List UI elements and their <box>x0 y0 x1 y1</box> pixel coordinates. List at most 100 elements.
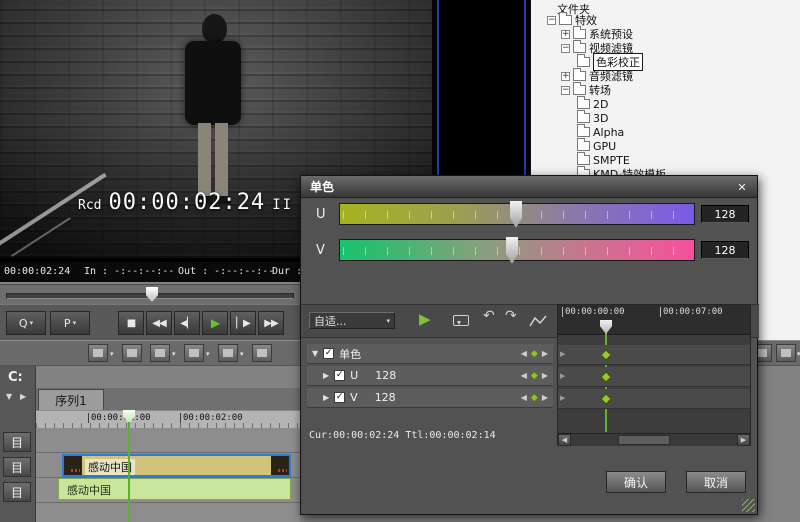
u-value-field[interactable]: 128 <box>701 205 749 223</box>
dropdown-icon[interactable]: ▾ <box>110 350 114 358</box>
toolbar-icon-settings[interactable] <box>252 344 272 362</box>
expand-icon[interactable]: ▶ <box>20 392 26 401</box>
collapse-icon[interactable]: ▼ <box>6 392 12 401</box>
v-value-field[interactable]: 128 <box>701 241 749 259</box>
scroll-right-icon[interactable]: ▶ <box>737 434 750 446</box>
u-slider[interactable] <box>339 203 695 225</box>
toolbar-icon-newclip[interactable] <box>150 344 170 362</box>
expand-icon[interactable]: ▶ <box>323 371 329 380</box>
close-icon[interactable]: ✕ <box>734 180 750 194</box>
scrollbar-thumb[interactable] <box>618 435 670 445</box>
tree-item-2d[interactable]: 2D <box>531 97 800 111</box>
step-back-button[interactable]: ◀▏ <box>174 311 200 335</box>
p-button[interactable]: P ▾ <box>50 311 90 335</box>
next-keyframe-icon[interactable]: ▶ <box>542 349 548 358</box>
collapse-icon[interactable]: − <box>561 44 570 53</box>
confirm-button[interactable]: 确认 <box>606 471 666 493</box>
tree-item-video-filters[interactable]: − 视频滤镜 <box>531 41 800 55</box>
add-keyframe-icon[interactable]: ◆ <box>531 371 538 381</box>
kf-lane-u[interactable]: ▶ <box>558 367 750 387</box>
fast-forward-button[interactable]: ▶▶ <box>258 311 284 335</box>
play-button[interactable]: ▶ <box>202 311 228 335</box>
tree-item-alpha[interactable]: Alpha <box>531 125 800 139</box>
keyframe-timeline[interactable]: 00:00:00:00 00:00:07:00 ▶ ▶ ▶ ◀ ▶ <box>557 304 751 446</box>
track-header-3[interactable]: 目 <box>3 482 31 502</box>
toolbar-icon-mode[interactable] <box>88 344 108 362</box>
enable-checkbox[interactable]: ✓ <box>323 348 334 359</box>
tree-item-3d[interactable]: 3D <box>531 111 800 125</box>
kf-lane-monochrome[interactable]: ▶ <box>558 345 750 365</box>
preview-play-icon[interactable]: ▶ <box>419 310 431 328</box>
resize-grip[interactable] <box>742 499 755 512</box>
audio-clip[interactable]: 感动中国 <box>58 478 291 500</box>
scrub-handle[interactable] <box>146 287 158 302</box>
scrub-bar[interactable] <box>0 284 300 304</box>
enable-checkbox[interactable]: ✓ <box>334 392 345 403</box>
scroll-left-icon[interactable]: ◀ <box>558 434 571 446</box>
next-keyframe-icon[interactable]: ▶ <box>542 393 548 402</box>
u-slider-handle[interactable] <box>510 201 522 228</box>
jump-next-keyframe-icon[interactable]: ↷ <box>505 308 517 324</box>
prev-keyframe-icon[interactable]: ◀ <box>521 393 527 402</box>
filter-row-u[interactable]: ▶ ✓ U 128 ◀ ◆ ▶ <box>307 366 553 386</box>
v-slider-handle[interactable] <box>506 237 518 264</box>
folder-icon <box>573 85 586 95</box>
kf-horizontal-scrollbar[interactable]: ◀ ▶ <box>558 433 750 446</box>
comment-icon[interactable] <box>453 315 469 326</box>
jump-prev-keyframe-icon[interactable]: ↶ <box>483 308 495 324</box>
tree-item-system-presets[interactable]: + 系统预设 <box>531 27 800 41</box>
v-slider[interactable] <box>339 239 695 261</box>
track-header-2[interactable]: 目 <box>3 457 31 477</box>
tree-item-audio-filters[interactable]: + 音频滤镜 <box>531 69 800 83</box>
expand-icon[interactable]: ▶ <box>323 393 329 402</box>
tree-item-color-correction[interactable]: 色彩校正 <box>531 55 800 69</box>
tree-item-smpte[interactable]: SMPTE <box>531 153 800 167</box>
prev-keyframe-icon[interactable]: ◀ <box>521 371 527 380</box>
rewind-button[interactable]: ◀◀ <box>146 311 172 335</box>
tree-item-transitions[interactable]: − 转场 <box>531 83 800 97</box>
dropdown-icon[interactable]: ▾ <box>240 350 244 358</box>
kf-lane-v[interactable]: ▶ <box>558 389 750 409</box>
stop-button[interactable]: ■ <box>118 311 144 335</box>
collapse-icon[interactable]: − <box>561 86 570 95</box>
pause-indicator: II <box>272 197 293 213</box>
keyframe-nav: ◀ ◆ ▶ <box>521 371 548 381</box>
dropdown-icon[interactable]: ▾ <box>73 319 77 327</box>
filter-row-monochrome[interactable]: ▼ ✓ 单色 ◀ ◆ ▶ <box>307 344 553 364</box>
step-forward-button[interactable]: ▏▶ <box>230 311 256 335</box>
tree-item-gpu[interactable]: GPU <box>531 139 800 153</box>
keyframe-diamond[interactable] <box>600 393 611 404</box>
enable-checkbox[interactable]: ✓ <box>334 370 345 381</box>
dropdown-icon[interactable]: ▾ <box>206 350 210 358</box>
kf-ruler-label: 00:00:07:00 <box>660 307 723 317</box>
prev-keyframe-icon[interactable]: ◀ <box>521 349 527 358</box>
curve-graph-icon[interactable] <box>529 314 547 328</box>
collapse-icon[interactable]: − <box>547 16 556 25</box>
toolbar-icon-monitor[interactable] <box>776 344 796 362</box>
tree-item-effects[interactable]: − 特效 <box>531 13 800 27</box>
keyframe-diamond[interactable] <box>600 371 611 382</box>
dialog-titlebar[interactable]: 单色 <box>301 176 757 198</box>
dropdown-icon[interactable]: ▾ <box>172 350 176 358</box>
toolbar-icon-save[interactable] <box>218 344 238 362</box>
next-keyframe-icon[interactable]: ▶ <box>542 371 548 380</box>
toolbar-icon-blend[interactable] <box>122 344 142 362</box>
timeline-ruler[interactable]: 00:00:01:00 00:00:02:00 <box>36 410 300 428</box>
video-clip-selected[interactable]: 感动中国 <box>62 454 291 477</box>
toolbar-icon-export[interactable] <box>184 344 204 362</box>
track-header-1[interactable]: 目 <box>3 432 31 452</box>
expand-icon[interactable]: + <box>561 72 570 81</box>
add-keyframe-icon[interactable]: ◆ <box>531 393 538 403</box>
v-slider-label: V <box>316 243 325 258</box>
keyframe-ruler[interactable]: 00:00:00:00 00:00:07:00 <box>558 305 750 335</box>
collapse-icon[interactable]: ▼ <box>312 349 318 358</box>
keyframe-diamond[interactable] <box>600 349 611 360</box>
expand-icon[interactable]: + <box>561 30 570 39</box>
cancel-button[interactable]: 取消 <box>686 471 746 493</box>
q-button[interactable]: Q ▾ <box>6 311 46 335</box>
filter-row-v[interactable]: ▶ ✓ V 128 ◀ ◆ ▶ <box>307 388 553 408</box>
sequence-tab[interactable]: 序列1 <box>38 389 104 410</box>
dropdown-icon[interactable]: ▾ <box>30 319 34 327</box>
add-keyframe-icon[interactable]: ◆ <box>531 349 538 359</box>
preset-dropdown[interactable]: 自适... ▾ <box>309 312 395 329</box>
